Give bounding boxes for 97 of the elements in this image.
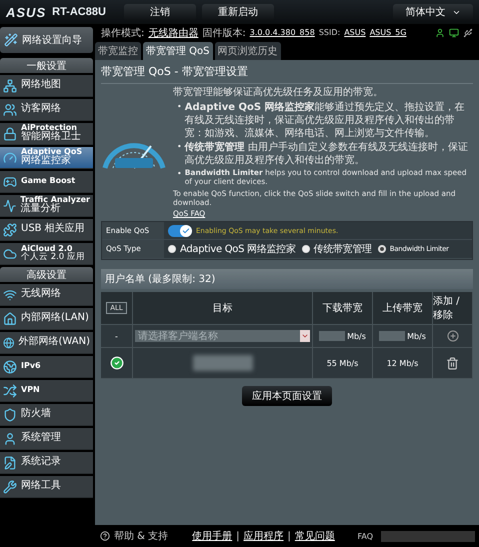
wifi-icon [3,288,17,302]
globe-icon [3,336,15,350]
apply-button[interactable]: 应用本页面设置 [242,386,332,406]
intro-text: 带宽管理能够保证高优先级任务及应用的带宽。 [173,87,384,98]
wand-icon [4,33,18,47]
edit-icon [3,456,17,470]
separator: | [288,530,291,542]
footer-link[interactable]: 应用程序 [244,529,284,543]
sidebar-item[interactable]: Adaptive QoS 网络监控家 [0,147,93,169]
check-icon[interactable] [110,356,124,370]
sidebar-item[interactable]: Traffic Analyzer 流量分析 [0,195,93,217]
radio-label: Adaptive QoS 网络监控家 [180,242,296,256]
sidebar-item[interactable]: 网络工具 [0,476,93,498]
lock-icon [3,126,17,140]
sidebar-item[interactable]: 防火墙 [0,404,93,426]
bullet-marker: • [177,168,182,180]
puzzle-icon [3,222,17,236]
logo: ASUS [6,4,46,20]
header-button[interactable]: 重新启动 [202,4,274,20]
gamepad-icon [3,174,17,188]
sidebar-item[interactable]: IPv6 [0,356,93,378]
sidebar-item[interactable]: 访客网络 [0,99,93,121]
sidebar-item[interactable]: Game Boost [0,171,93,193]
unit-label: Mb/s [407,332,426,340]
sidebar-item[interactable]: 无线网络 [0,284,93,306]
upload-input[interactable] [379,331,406,341]
mode-link[interactable]: 无线路由器 [148,26,198,40]
mode-label: 操作模式: [101,26,144,40]
radio-label: 传统带宽管理 [314,242,372,256]
sidebar-item[interactable]: 网络地图 [0,75,93,97]
users-icon [3,102,17,116]
download-input[interactable] [319,331,346,341]
setup-wizard-button[interactable]: 网络设置向导 [0,27,93,53]
header-button[interactable]: 注销 [124,4,196,20]
model-name: RT-AC88U [52,6,106,18]
table-cell: - [101,325,133,348]
tab[interactable]: 带宽监控 [95,42,141,60]
usb-icon[interactable] [463,28,473,38]
sidebar-item[interactable]: 外部网络(WAN) [0,332,93,354]
ssid-link[interactable]: ASUS_5G [370,28,406,37]
sidebar-item[interactable]: AiCloud 2.0 个人云 2.0 应用 [0,243,93,265]
gauge-icon [3,150,17,164]
trash-icon[interactable] [446,356,459,370]
wrench-icon [3,480,17,494]
qos-toggle[interactable] [168,224,192,236]
sidebar-item[interactable]: 系统管理 [0,428,93,450]
add-icon[interactable] [446,330,458,342]
caret-icon [301,332,309,340]
sidebar-item[interactable]: 系统记录 [0,452,93,474]
monitor-icon[interactable] [449,28,459,38]
ssid-link[interactable]: ASUS [344,28,366,37]
page-title: 带宽管理 QoS - 带宽管理设置 [101,64,473,84]
check-icon [182,226,190,234]
radio-button[interactable] [168,245,176,253]
column-header: 添加 / 移除 [433,292,473,325]
tab[interactable]: 网页浏览历史 [214,42,281,60]
unit-label: Mb/s [347,332,366,340]
bullet-text: Adaptive QoS 网络监控家能够通过预先定义、拖拉设置，在有线及无线连接时，保证高优先级应用及程序传入和传出的带宽：如游戏、流媒体、网络电话、网上浏览与文件传输。 [184,100,466,140]
help-icon [100,531,110,541]
faq-label: FAQ [358,532,373,540]
bullet-text: 传统带宽管理 由用户手动自定义参数在有线及无线连接时，保证高优先级应用及程序传入和传出的带宽。 [184,140,469,166]
user-icon [3,432,17,446]
list-header: 用户名单 (最多限制: 32) [101,269,473,289]
footer-link[interactable]: 使用手册 [192,529,232,543]
activity-icon [3,198,16,212]
cloud-icon [3,246,17,260]
home-icon [3,312,17,326]
table-cell: 12 Mb/s [373,348,433,379]
sidebar-item[interactable]: AiProtection 智能网络卫士 [0,123,93,145]
help-text: 帮助 & 支持 [114,530,168,543]
sidebar-item[interactable]: VPN [0,380,93,402]
tab[interactable]: 带宽管理 QoS [143,42,213,60]
footer-link[interactable]: 常见问题 [294,529,335,543]
ssid-label: SSID: [318,28,340,37]
radio-button[interactable] [302,245,310,253]
radio-button[interactable] [378,245,386,253]
column-header: 上传带宽 [373,292,433,325]
user-icon[interactable] [435,28,445,38]
sidebar-item[interactable]: USB 相关应用 [0,219,93,241]
blurred-client-name [192,355,252,371]
column-header: 目标 [133,292,313,325]
bullet-marker: • [177,100,182,112]
bullet-marker: • [177,140,182,152]
column-header: 下载带宽 [313,292,373,325]
separator: | [236,530,240,542]
arrows-icon [3,384,17,398]
shield-icon [3,408,17,422]
search-field[interactable] [381,530,475,542]
network-icon [3,78,17,92]
globe-icon [3,360,17,374]
sidebar-section-header: 一般设置 [0,58,93,73]
firmware-label: 固件版本: [202,26,246,40]
sidebar-section-header: 高级设置 [0,267,93,282]
language-select[interactable]: 简体中文 [393,4,473,20]
firmware-link[interactable]: 3.0.0.4.380_858 [250,28,315,37]
sidebar-item[interactable]: 内部网络(LAN) [0,308,93,330]
table-cell: 55 Mb/s [313,348,373,379]
